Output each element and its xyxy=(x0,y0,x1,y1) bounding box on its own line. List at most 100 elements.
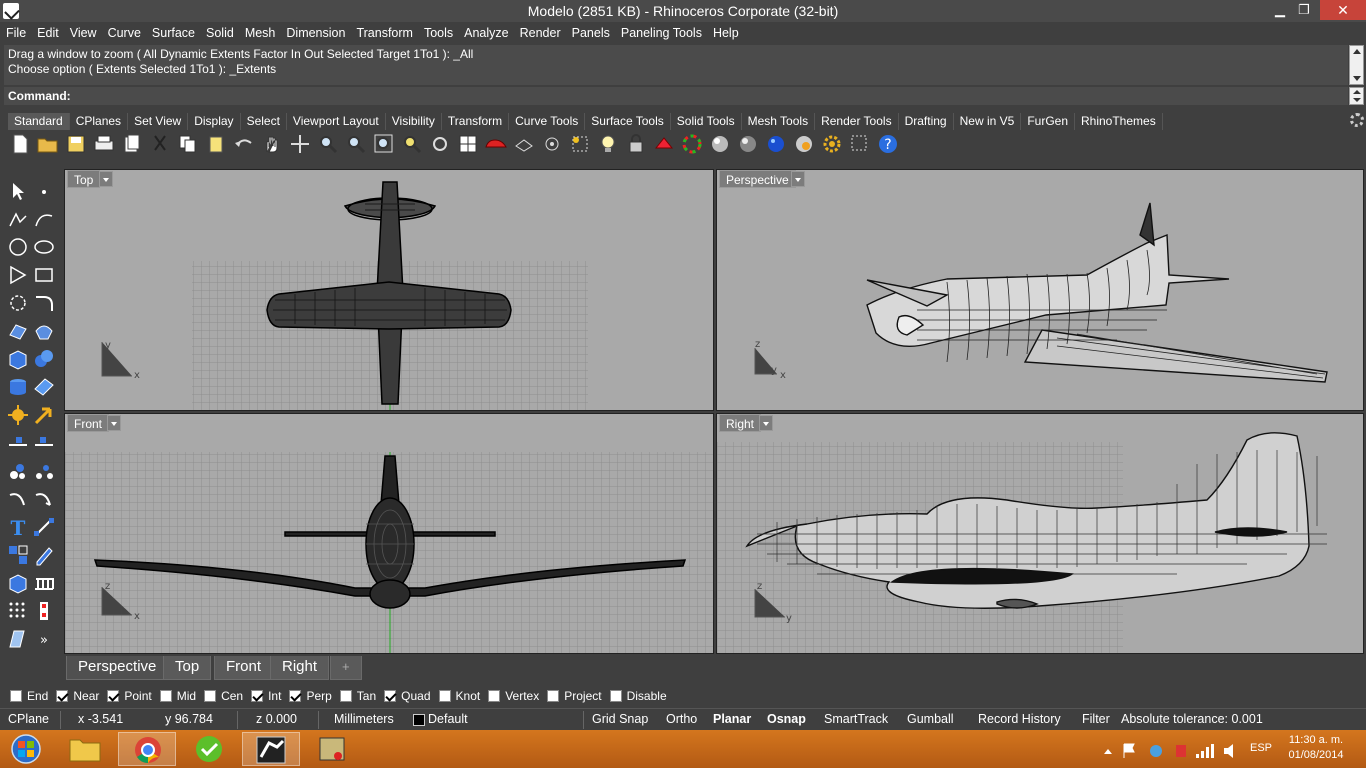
surface-icon[interactable] xyxy=(6,319,30,343)
menu-paneling-tools[interactable]: Paneling Tools xyxy=(621,26,702,40)
undo-icon[interactable] xyxy=(232,133,256,155)
ortho-toggle[interactable]: Ortho xyxy=(666,712,697,726)
target-icon[interactable] xyxy=(540,133,564,155)
save-icon[interactable] xyxy=(64,133,88,155)
tab-viewport-layout[interactable]: Viewport Layout xyxy=(286,113,386,130)
paste-doc-icon[interactable] xyxy=(120,133,144,155)
chevron-down-icon[interactable] xyxy=(107,415,121,431)
tab-curve-tools[interactable]: Curve Tools xyxy=(509,113,586,130)
chrome-icon[interactable] xyxy=(118,732,176,766)
tab-display[interactable]: Display xyxy=(188,113,241,130)
viewport-right[interactable]: z y Right xyxy=(716,413,1364,654)
text-icon[interactable]: T xyxy=(6,515,30,540)
rhino-render-icon[interactable] xyxy=(304,732,362,766)
osnap-disable-checkbox[interactable] xyxy=(609,690,622,702)
extrude-icon[interactable] xyxy=(32,319,56,343)
car-render-icon[interactable] xyxy=(484,133,508,155)
title-bar[interactable]: Modelo (2851 KB) - Rhinoceros Corporate … xyxy=(0,0,1366,22)
add-viewport-tab-button[interactable]: + xyxy=(330,656,362,680)
grid-snap-toggle[interactable]: Grid Snap xyxy=(592,712,648,726)
menu-view[interactable]: View xyxy=(70,26,97,40)
zoom-selected-icon[interactable] xyxy=(400,133,424,155)
color-wheel-icon[interactable] xyxy=(680,133,704,155)
menu-render[interactable]: Render xyxy=(520,26,561,40)
chevron-down-icon[interactable] xyxy=(759,415,773,431)
arc-tool-2-icon[interactable] xyxy=(32,487,56,511)
osnap-toggle[interactable]: Osnap xyxy=(767,712,806,726)
lightbulb-icon[interactable] xyxy=(596,133,620,155)
osnap-tan[interactable]: Tan xyxy=(339,689,376,703)
osnap-near[interactable]: Near xyxy=(56,689,99,703)
ellipse-icon[interactable] xyxy=(32,235,56,259)
filter-toggle[interactable]: Filter xyxy=(1082,712,1110,726)
help-icon[interactable]: ? xyxy=(876,133,900,155)
osnap-vertex[interactable]: Vertex xyxy=(488,689,539,703)
mesh-icon[interactable] xyxy=(32,375,56,399)
blue-sphere-icon[interactable] xyxy=(764,133,788,155)
split-icon[interactable] xyxy=(6,431,30,455)
osnap-end-checkbox[interactable] xyxy=(10,690,22,702)
tab-drafting[interactable]: Drafting xyxy=(898,113,954,130)
light-icon[interactable] xyxy=(568,133,592,155)
move-arrow-icon[interactable] xyxy=(32,403,56,427)
viewport-top[interactable]: y x Top xyxy=(64,169,714,411)
menu-solid[interactable]: Solid xyxy=(206,26,234,40)
grid-snap-icon[interactable] xyxy=(6,543,30,567)
osnap-point[interactable]: Point xyxy=(107,689,152,703)
menu-analyze[interactable]: Analyze xyxy=(464,26,508,40)
zoom-extents-icon[interactable] xyxy=(372,133,396,155)
units-selector[interactable]: Millimeters xyxy=(334,712,394,726)
rotate-view-icon[interactable] xyxy=(428,133,452,155)
language-indicator[interactable]: ESP xyxy=(1250,742,1272,754)
restore-button[interactable]: ❐ xyxy=(1290,0,1318,20)
menu-edit[interactable]: Edit xyxy=(37,26,59,40)
tab-transform[interactable]: Transform xyxy=(441,113,510,130)
osnap-int[interactable]: Int xyxy=(251,689,281,703)
arc-tool-icon[interactable] xyxy=(6,487,30,511)
record-history-toggle[interactable]: Record History xyxy=(978,712,1061,726)
shade-sphere-icon[interactable] xyxy=(708,133,732,155)
tab-render-tools[interactable]: Render Tools xyxy=(815,113,899,130)
wireframe-icon[interactable] xyxy=(512,133,536,155)
tab-furgen[interactable]: FurGen xyxy=(1021,113,1075,130)
file-explorer-icon[interactable] xyxy=(56,732,114,766)
menu-tools[interactable]: Tools xyxy=(424,26,453,40)
chevron-down-icon[interactable] xyxy=(791,171,805,187)
settings-gear-icon[interactable] xyxy=(820,133,844,155)
viewport-tab-top[interactable]: Top xyxy=(163,656,212,680)
smarttrack-toggle[interactable]: SmartTrack xyxy=(824,712,888,726)
cylinder-icon[interactable] xyxy=(6,375,30,399)
circle-icon[interactable] xyxy=(6,235,30,259)
transform-star-icon[interactable] xyxy=(6,403,30,427)
pan-hand-icon[interactable] xyxy=(260,133,284,155)
print-icon[interactable] xyxy=(92,133,116,155)
menu-curve[interactable]: Curve xyxy=(108,26,141,40)
menu-file[interactable]: File xyxy=(6,26,26,40)
osnap-point-checkbox[interactable] xyxy=(107,690,120,702)
control-points-icon[interactable] xyxy=(32,599,56,623)
osnap-knot[interactable]: Knot xyxy=(438,689,480,703)
chevron-down-icon[interactable] xyxy=(99,171,113,187)
cplane-indicator[interactable]: CPlane xyxy=(8,712,49,726)
menu-dimension[interactable]: Dimension xyxy=(286,26,345,40)
analyze-icon[interactable] xyxy=(6,627,30,651)
array-icon[interactable] xyxy=(32,571,56,595)
osnap-mid-checkbox[interactable] xyxy=(159,690,172,702)
zoom-window-icon[interactable] xyxy=(344,133,368,155)
box-edit-icon[interactable] xyxy=(6,571,30,595)
spin-up-icon[interactable] xyxy=(1353,90,1361,94)
menu-panels[interactable]: Panels xyxy=(572,26,610,40)
scroll-down-icon[interactable] xyxy=(1353,76,1361,81)
viewport-label-front[interactable]: Front xyxy=(67,414,110,432)
tab-visibility[interactable]: Visibility xyxy=(385,113,442,130)
osnap-end[interactable]: End xyxy=(10,689,48,703)
osnap-perp-checkbox[interactable] xyxy=(289,690,302,702)
command-spinner[interactable] xyxy=(1349,87,1364,105)
tab-surface-tools[interactable]: Surface Tools xyxy=(585,113,671,130)
ungroup-icon[interactable] xyxy=(32,459,56,483)
osnap-knot-checkbox[interactable] xyxy=(438,690,451,702)
osnap-cen-checkbox[interactable] xyxy=(204,690,217,702)
osnap-project[interactable]: Project xyxy=(547,689,602,703)
tab-rhinothemes[interactable]: RhinoThemes xyxy=(1075,113,1163,130)
command-line[interactable]: Command: xyxy=(4,87,1348,105)
